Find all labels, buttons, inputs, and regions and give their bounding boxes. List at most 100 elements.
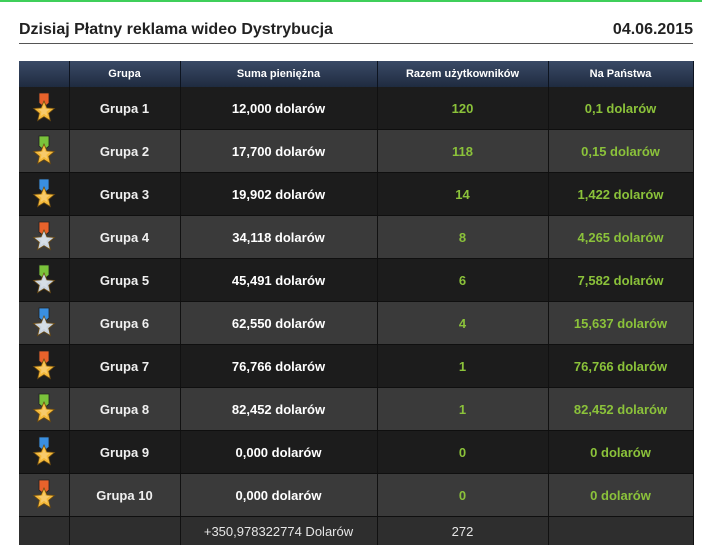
sum-cell: 76,766 dolarów bbox=[180, 345, 377, 388]
group-prefix: Grupa bbox=[100, 101, 138, 116]
per-user-cell: 76,766 dolarów bbox=[548, 345, 693, 388]
col-header-medal bbox=[19, 61, 69, 87]
users-cell: 1 bbox=[377, 388, 548, 431]
medal-cell bbox=[19, 87, 69, 130]
per-user-cell: 0 dolarów bbox=[548, 431, 693, 474]
medal-cell bbox=[19, 173, 69, 216]
table-header-row: Grupa Suma pieniężna Razem użytkowników … bbox=[19, 61, 693, 87]
users-cell: 4 bbox=[377, 302, 548, 345]
sum-cell: 0,000 dolarów bbox=[180, 474, 377, 517]
page-title: Dzisiaj Płatny reklama wideo Dystrybucja bbox=[19, 21, 333, 39]
table-row: Grupa 319,902 dolarów141,422 dolarów bbox=[19, 173, 693, 216]
users-cell: 118 bbox=[377, 130, 548, 173]
group-cell: Grupa 9 bbox=[69, 431, 180, 474]
medal-cell bbox=[19, 216, 69, 259]
table-row: Grupa 882,452 dolarów182,452 dolarów bbox=[19, 388, 693, 431]
group-number: 5 bbox=[142, 273, 149, 288]
group-cell: Grupa 10 bbox=[69, 474, 180, 517]
group-cell: Grupa 3 bbox=[69, 173, 180, 216]
group-number: 6 bbox=[142, 316, 149, 331]
orange-ribbon-gold-star-icon bbox=[30, 479, 58, 511]
sum-cell: 19,902 dolarów bbox=[180, 173, 377, 216]
users-cell: 8 bbox=[377, 216, 548, 259]
per-user-cell: 1,422 dolarów bbox=[548, 173, 693, 216]
group-prefix: Grupa bbox=[100, 445, 138, 460]
footer-empty-cell bbox=[19, 517, 69, 545]
per-user-cell: 0,15 dolarów bbox=[548, 130, 693, 173]
medal-cell bbox=[19, 302, 69, 345]
per-user-cell: 7,582 dolarów bbox=[548, 259, 693, 302]
distribution-table: Grupa Suma pieniężna Razem użytkowników … bbox=[19, 61, 694, 545]
footer-total-users: 272 bbox=[377, 517, 548, 545]
blue-ribbon-gold-star-icon bbox=[30, 436, 58, 468]
group-prefix: Grupa bbox=[100, 273, 138, 288]
sum-cell: 62,550 dolarów bbox=[180, 302, 377, 345]
group-prefix: Grupa bbox=[100, 144, 138, 159]
group-cell: Grupa 6 bbox=[69, 302, 180, 345]
col-header-per: Na Państwa bbox=[548, 61, 693, 87]
per-user-cell: 15,637 dolarów bbox=[548, 302, 693, 345]
medal-cell bbox=[19, 431, 69, 474]
group-cell: Grupa 5 bbox=[69, 259, 180, 302]
col-header-group: Grupa bbox=[69, 61, 180, 87]
group-number: 8 bbox=[142, 402, 149, 417]
users-cell: 14 bbox=[377, 173, 548, 216]
table-row: Grupa 100,000 dolarów00 dolarów bbox=[19, 474, 693, 517]
group-cell: Grupa 7 bbox=[69, 345, 180, 388]
group-prefix: Grupa bbox=[100, 402, 138, 417]
medal-cell bbox=[19, 474, 69, 517]
table-row: Grupa 662,550 dolarów415,637 dolarów bbox=[19, 302, 693, 345]
group-number: 4 bbox=[142, 230, 149, 245]
group-number: 7 bbox=[142, 359, 149, 374]
per-user-cell: 0 dolarów bbox=[548, 474, 693, 517]
group-prefix: Grupa bbox=[100, 359, 138, 374]
per-user-cell: 82,452 dolarów bbox=[548, 388, 693, 431]
medal-cell bbox=[19, 345, 69, 388]
medal-cell bbox=[19, 130, 69, 173]
orange-ribbon-silver-star-icon bbox=[30, 221, 58, 253]
table-footer-row: +350,978322774 Dolarów 272 bbox=[19, 517, 693, 545]
group-number: 9 bbox=[142, 445, 149, 460]
page-date: 04.06.2015 bbox=[613, 21, 693, 39]
group-prefix: Grupa bbox=[100, 230, 138, 245]
group-prefix: Grupa bbox=[100, 316, 138, 331]
page-header: Dzisiaj Płatny reklama wideo Dystrybucja… bbox=[19, 18, 693, 44]
col-header-users: Razem użytkowników bbox=[377, 61, 548, 87]
blue-ribbon-silver-star-icon bbox=[30, 307, 58, 339]
footer-total-sum: +350,978322774 Dolarów bbox=[180, 517, 377, 545]
table-row: Grupa 545,491 dolarów67,582 dolarów bbox=[19, 259, 693, 302]
green-ribbon-silver-star-icon bbox=[30, 264, 58, 296]
group-cell: Grupa 2 bbox=[69, 130, 180, 173]
group-number: 10 bbox=[138, 488, 152, 503]
col-header-sum: Suma pieniężna bbox=[180, 61, 377, 87]
group-prefix: Grupa bbox=[96, 488, 134, 503]
medal-cell bbox=[19, 259, 69, 302]
table-row: Grupa 776,766 dolarów176,766 dolarów bbox=[19, 345, 693, 388]
users-cell: 0 bbox=[377, 474, 548, 517]
footer-empty-cell bbox=[548, 517, 693, 545]
table-body: Grupa 112,000 dolarów1200,1 dolarówGrupa… bbox=[19, 87, 693, 545]
blue-ribbon-gold-star-icon bbox=[30, 178, 58, 210]
sum-cell: 12,000 dolarów bbox=[180, 87, 377, 130]
sum-cell: 34,118 dolarów bbox=[180, 216, 377, 259]
sum-cell: 17,700 dolarów bbox=[180, 130, 377, 173]
sum-cell: 0,000 dolarów bbox=[180, 431, 377, 474]
group-number: 2 bbox=[142, 144, 149, 159]
table-row: Grupa 112,000 dolarów1200,1 dolarów bbox=[19, 87, 693, 130]
top-accent-line bbox=[0, 0, 702, 2]
green-ribbon-gold-star-icon bbox=[30, 393, 58, 425]
per-user-cell: 0,1 dolarów bbox=[548, 87, 693, 130]
users-cell: 0 bbox=[377, 431, 548, 474]
users-cell: 6 bbox=[377, 259, 548, 302]
orange-ribbon-gold-star-icon bbox=[30, 92, 58, 124]
footer-empty-cell bbox=[69, 517, 180, 545]
table-row: Grupa 217,700 dolarów1180,15 dolarów bbox=[19, 130, 693, 173]
group-number: 3 bbox=[142, 187, 149, 202]
users-cell: 120 bbox=[377, 87, 548, 130]
medal-cell bbox=[19, 388, 69, 431]
sum-cell: 82,452 dolarów bbox=[180, 388, 377, 431]
table-row: Grupa 434,118 dolarów84,265 dolarów bbox=[19, 216, 693, 259]
group-prefix: Grupa bbox=[100, 187, 138, 202]
sum-cell: 45,491 dolarów bbox=[180, 259, 377, 302]
group-cell: Grupa 8 bbox=[69, 388, 180, 431]
